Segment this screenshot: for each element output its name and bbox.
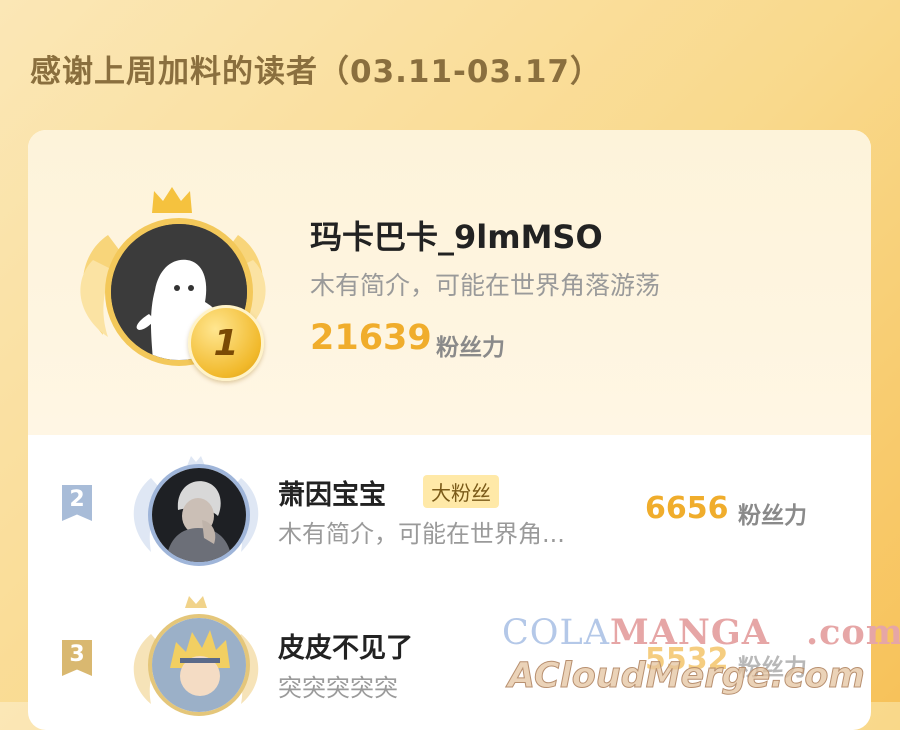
user-photo-icon: [152, 468, 246, 562]
top-reader-section[interactable]: 1 玛卡巴卡_9lmMSO 木有简介，可能在世界角落游荡 21639 粉丝力: [28, 130, 871, 435]
fan-power-label: 粉丝力: [738, 503, 807, 529]
fan-level-badge: 大粉丝: [423, 475, 499, 508]
user-bio: 木有简介，可能在世界角...: [278, 520, 565, 548]
user-bio: 木有简介，可能在世界角落游荡: [310, 271, 661, 300]
fan-power-score: 6656: [645, 491, 729, 526]
user-name[interactable]: 玛卡巴卡_9lmMSO: [310, 212, 603, 258]
fan-power-label: 粉丝力: [436, 335, 505, 361]
rank-badge-2: 2: [62, 485, 92, 521]
user-name[interactable]: 皮皮不见了: [278, 626, 413, 665]
user-photo-icon: [152, 618, 246, 712]
user-bio: 突突突突突: [278, 674, 398, 702]
user-name[interactable]: 萧因宝宝: [278, 473, 386, 512]
watermark-line-1: COLAMANGA .com: [502, 612, 900, 653]
rank-badge-1: 1: [188, 305, 264, 381]
crown-icon: [152, 187, 192, 213]
page-title: 感谢上周加料的读者（03.11-03.17）: [30, 54, 602, 90]
avatar[interactable]: [148, 464, 250, 566]
rank-badge-3: 3: [62, 640, 92, 676]
fan-power-score: 21639: [310, 318, 432, 358]
avatar[interactable]: [148, 614, 250, 716]
watermark-line-2: ACloudMerge.com: [508, 656, 866, 697]
